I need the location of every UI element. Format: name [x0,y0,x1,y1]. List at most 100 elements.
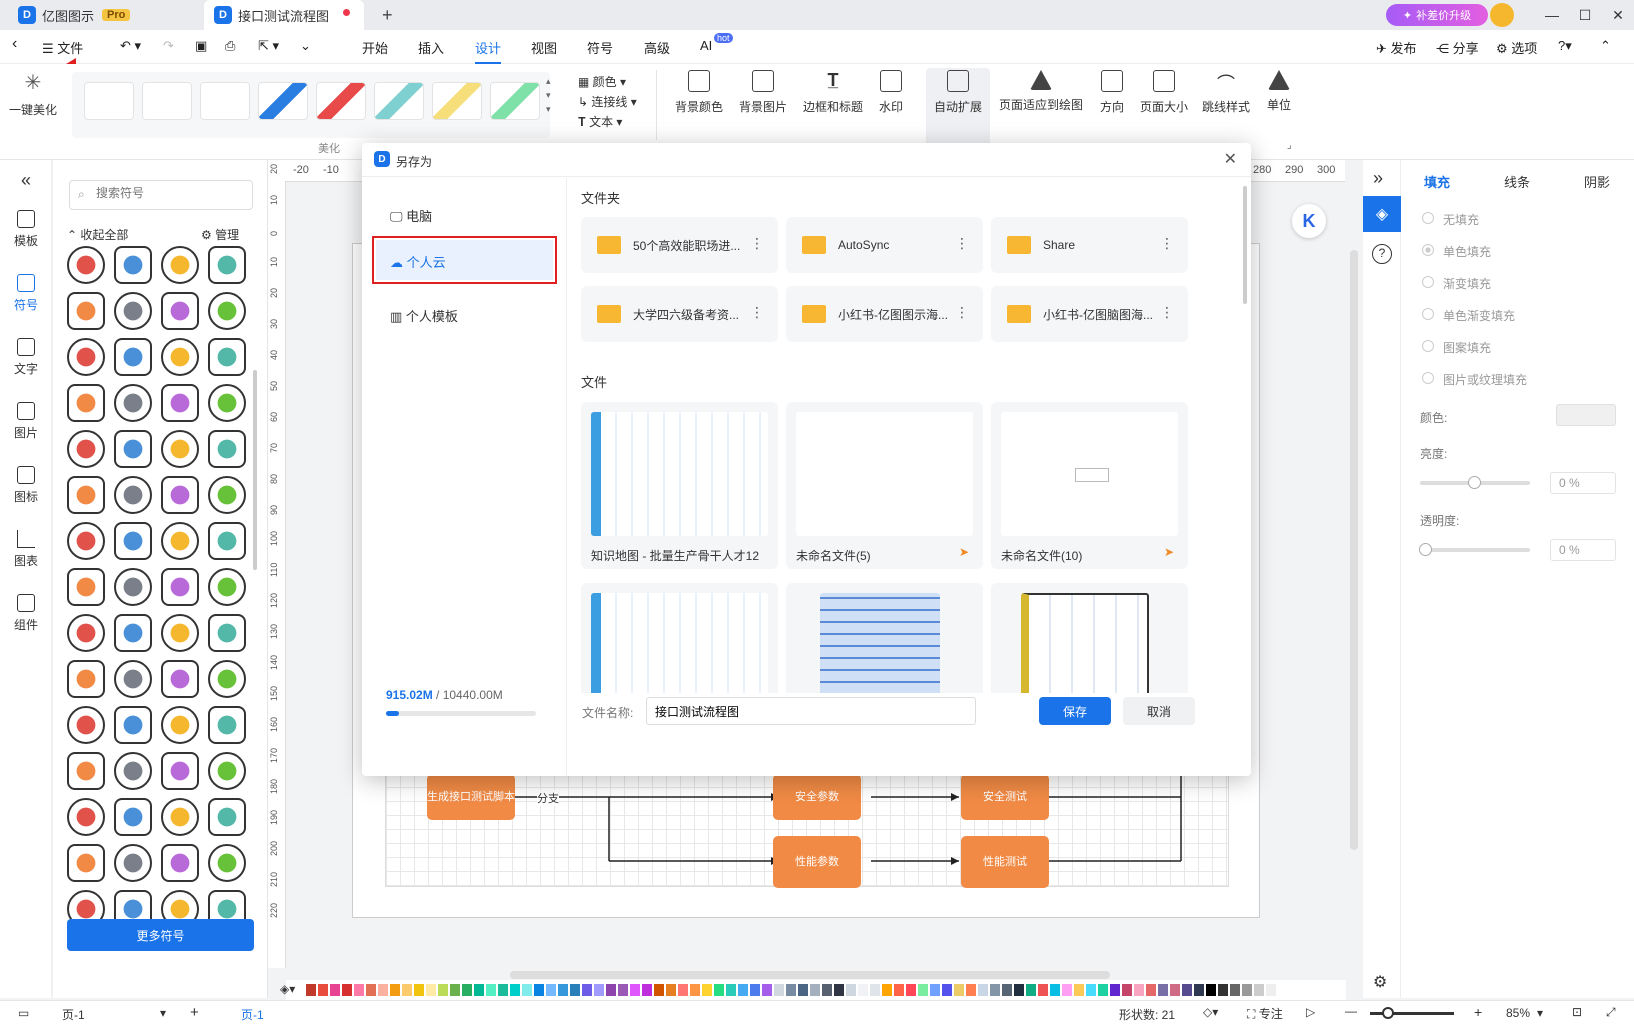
nav-components[interactable]: 组件 [0,594,52,633]
color-swatch[interactable] [522,984,532,996]
style-thumb-3[interactable] [200,82,250,120]
color-swatch[interactable] [534,984,544,996]
color-swatch[interactable] [318,984,328,996]
color-swatch[interactable] [870,984,880,996]
style-thumb-2[interactable] [142,82,192,120]
close-icon[interactable]: ✕ [1224,149,1237,169]
nav-templates[interactable]: 模板 [0,210,52,249]
tab-line[interactable]: 线条 [1504,172,1530,191]
menu-insert[interactable]: 插入 [418,38,444,57]
more-dropdown-icon[interactable]: ⌄ [300,38,311,54]
zoom-dropdown-icon[interactable]: ▾ [1537,1006,1543,1020]
color-swatch[interactable] [1122,984,1132,996]
color-swatch[interactable] [1230,984,1240,996]
color-swatch[interactable] [1026,984,1036,996]
symbol-tile[interactable] [114,476,152,514]
symbol-tile[interactable] [161,614,199,652]
color-swatch[interactable] [1218,984,1228,996]
color-swatch[interactable] [330,984,340,996]
folder-item[interactable]: 大学四六级备考资... ⋮ [581,286,778,342]
fill-format-icon[interactable]: ◈ [1363,196,1401,232]
color-swatch[interactable] [1134,984,1144,996]
symbol-tile[interactable] [208,384,246,422]
collapse-panel-icon[interactable]: « [0,170,52,191]
color-swatch[interactable] [1206,984,1216,996]
symbol-tile[interactable] [67,476,105,514]
upgrade-button[interactable]: ✦ 补差价升级 [1386,4,1488,26]
symbol-tile[interactable] [161,476,199,514]
color-swatch[interactable] [822,984,832,996]
color-swatch[interactable] [1182,984,1192,996]
symbol-tile[interactable] [67,844,105,882]
redo-icon[interactable]: ↷ [163,38,174,54]
one-click-beautify-button[interactable]: ✳ 一键美化 [6,70,60,118]
symbol-tile[interactable] [67,568,105,606]
color-swatch[interactable] [930,984,940,996]
tab-fill[interactable]: 填充 [1424,172,1450,191]
page-size-button[interactable]: 页面大小 [1138,70,1190,115]
symbol-tile[interactable] [161,798,199,836]
color-swatch[interactable] [942,984,952,996]
symbol-tile[interactable] [208,522,246,560]
fit-to-drawing-button[interactable]: 页面适应到绘图 [996,70,1086,113]
fit-page-icon[interactable]: ⊡ [1572,1005,1582,1019]
color-swatch[interactable] [342,984,352,996]
symbol-tile[interactable] [161,522,199,560]
share-button[interactable]: ⋲ 分享 [1436,38,1479,57]
menu-ai[interactable]: AI [700,38,712,53]
color-swatch[interactable] [438,984,448,996]
file-menu[interactable]: ☰ 文件 [42,38,83,57]
zoom-slider-handle[interactable] [1382,1007,1394,1019]
orientation-button[interactable]: 方向 [1094,70,1130,115]
symbol-tile[interactable] [208,568,246,606]
symbol-tile[interactable] [208,430,246,468]
radio-mono-gradient-fill[interactable] [1422,308,1434,320]
app-tab[interactable]: D 亿图图示 Pro [8,0,198,30]
nav-symbols[interactable]: 符号 [0,274,52,313]
color-swatch[interactable] [486,984,496,996]
play-icon[interactable]: ▷ [1306,1005,1315,1019]
page-layout-icon[interactable]: ▭ [18,1006,29,1020]
symbol-search-input[interactable] [96,186,246,200]
zoom-level[interactable]: 85% [1506,1006,1530,1020]
node-perf-test[interactable]: 性能测试 [961,836,1049,888]
background-image-button[interactable]: 背景图片 [736,70,790,115]
symbol-tile[interactable] [114,338,152,376]
style-thumb-8[interactable] [490,82,540,120]
symbol-tile[interactable] [67,706,105,744]
node-security-test[interactable]: 安全测试 [961,774,1049,820]
color-swatch[interactable] [378,984,388,996]
symbol-tile[interactable] [114,522,152,560]
gallery-scroll-icon[interactable]: ▴ ▾ ▾ [546,74,551,116]
color-swatch[interactable] [510,984,520,996]
close-window-icon[interactable]: ✕ [1598,0,1634,30]
cancel-button[interactable]: 取消 [1123,697,1195,725]
canvas-vertical-scrollbar[interactable] [1350,250,1358,850]
jump-style-button[interactable]: ⌒ 跳线样式 [1198,70,1254,115]
color-swatch[interactable] [414,984,424,996]
symbol-tile[interactable] [161,292,199,330]
symbol-tile[interactable] [208,660,246,698]
options-button[interactable]: ⚙ 选项 [1496,38,1537,57]
color-swatch[interactable] [894,984,904,996]
color-dropdown[interactable]: ▦ 颜色 ▾ [578,72,637,92]
symbol-tile[interactable] [114,568,152,606]
filename-input[interactable] [646,697,976,725]
expand-panel-icon[interactable]: » [1373,168,1383,189]
color-swatch[interactable] [1098,984,1108,996]
page-tab[interactable]: 页-1 [241,1006,264,1023]
manage-button[interactable]: ⚙ 管理 [201,226,239,243]
symbol-tile[interactable] [208,246,246,284]
save-button[interactable]: 保存 [1039,697,1111,725]
color-swatch[interactable] [774,984,784,996]
color-swatch[interactable] [642,984,652,996]
symbol-tile[interactable] [67,522,105,560]
symbol-tile[interactable] [67,292,105,330]
menu-view[interactable]: 视图 [531,38,557,57]
color-swatch[interactable] [966,984,976,996]
more-symbols-button[interactable]: 更多符号 [67,919,254,951]
publish-button[interactable]: ✈ 发布 [1376,38,1417,57]
folder-item[interactable]: AutoSync ⋮ [786,217,983,273]
layers-icon[interactable]: ◇▾ [1203,1005,1218,1019]
file-card[interactable]: 知识地图 - 批量生产骨干人才12 [581,402,778,569]
